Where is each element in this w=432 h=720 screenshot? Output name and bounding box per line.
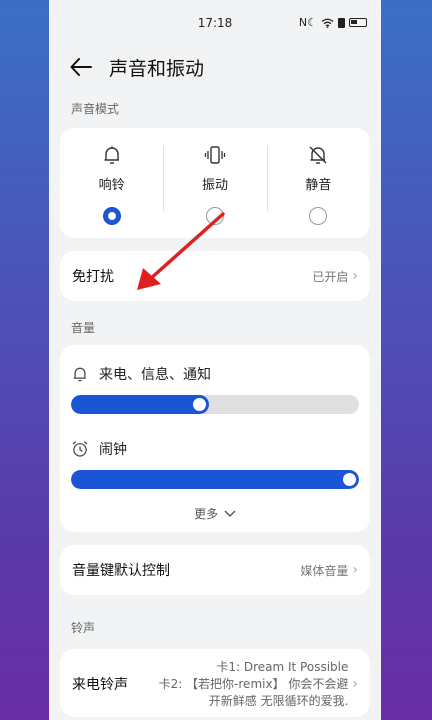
slider-fill — [71, 395, 210, 414]
volume-key-value: 媒体音量 › — [300, 562, 358, 579]
slider-knob[interactable] — [343, 473, 356, 486]
volume-item-notification: 来电、信息、通知 — [71, 363, 359, 385]
wifi-icon — [321, 18, 334, 28]
vibrate-icon — [204, 146, 226, 164]
chevron-right-icon: › — [352, 562, 358, 578]
alarm-volume-slider[interactable] — [71, 470, 359, 489]
volume-label: 闹钟 — [99, 442, 127, 458]
slider-fill — [71, 470, 359, 489]
volume-key-title: 音量键默认控制 — [72, 563, 170, 579]
more-label: 更多 — [194, 507, 219, 521]
radio-ring[interactable] — [102, 207, 121, 225]
radio-silent[interactable] — [309, 207, 328, 225]
mode-label: 静音 — [305, 178, 332, 193]
volume-item-alarm: 闹钟 — [71, 438, 359, 460]
dnd-value: 已开启 › — [312, 268, 358, 285]
volume-label: 来电、信息、通知 — [99, 367, 211, 383]
mode-label: 振动 — [201, 178, 228, 193]
alert-icon — [338, 17, 345, 28]
volume-key-status: 媒体音量 — [300, 563, 349, 578]
back-arrow-icon[interactable] — [69, 55, 93, 79]
mode-label: 响铃 — [98, 178, 125, 193]
notification-volume-slider[interactable] — [71, 395, 359, 414]
section-label-volume: 音量 — [71, 321, 96, 335]
ringtone-title: 来电铃声 — [72, 677, 128, 693]
ringtone-row[interactable]: 来电铃声 卡1: Dream It Possible 卡2: 【若把你-remi… — [60, 649, 370, 717]
section-label-ringtone: 铃声 — [71, 621, 96, 635]
dnd-title: 免打扰 — [72, 269, 114, 285]
chevron-right-icon: › — [352, 268, 358, 284]
ringtone-line-1: 卡1: Dream It Possible — [216, 659, 349, 674]
bell-icon — [103, 146, 119, 164]
phone-screen: 17:18 N☾ 声音和振动 声音模式 响铃 振动 静音 免打扰 已开启 › 音… — [49, 0, 381, 720]
ringtone-details: 卡1: Dream It Possible 卡2: 【若把你-remix】 你会… — [148, 659, 349, 710]
ringtone-line-2: 卡2: 【若把你-remix】 你会不会避 — [158, 676, 349, 691]
status-bar: 17:18 N☾ — [49, 0, 381, 44]
dnd-status: 已开启 — [312, 269, 349, 284]
status-symbols: N☾ — [298, 16, 317, 29]
chevron-right-icon: › — [352, 676, 358, 692]
more-button[interactable]: 更多 — [71, 505, 359, 522]
chevron-down-icon — [224, 510, 236, 517]
bell-off-icon — [309, 146, 327, 164]
header: 声音和振动 — [49, 44, 381, 90]
alarm-clock-icon — [72, 441, 88, 457]
red-annotation-arrow — [137, 212, 225, 290]
status-icons: N☾ — [299, 16, 367, 29]
battery-icon — [349, 18, 367, 27]
ringtone-line-3: 开新鲜感 无限循环的爱我. — [208, 693, 349, 708]
section-label-sound-mode: 声音模式 — [71, 102, 120, 116]
volume-key-row[interactable]: 音量键默认控制 媒体音量 › — [60, 545, 370, 595]
volume-card: 来电、信息、通知 闹钟 更多 — [60, 345, 370, 532]
bell-icon — [73, 367, 86, 382]
page-title: 声音和振动 — [109, 57, 205, 80]
mode-silent[interactable]: 静音 — [266, 128, 370, 238]
